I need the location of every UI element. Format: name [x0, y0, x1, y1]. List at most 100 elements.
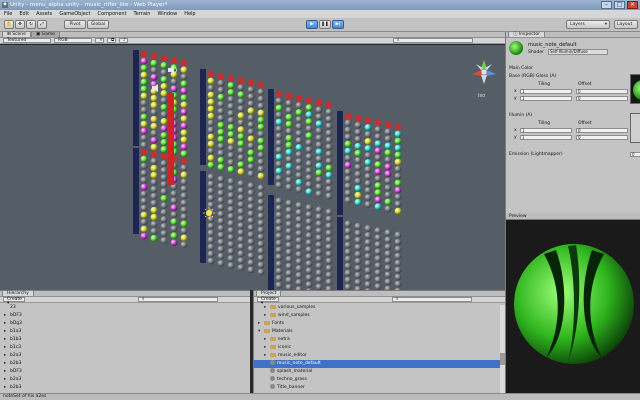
note-sphere[interactable]: [315, 255, 323, 263]
note-sphere[interactable]: [160, 153, 168, 160]
note-sphere[interactable]: [227, 262, 235, 269]
note-sphere[interactable]: [217, 231, 225, 239]
note-sphere[interactable]: [160, 90, 168, 97]
note-sphere[interactable]: [227, 220, 235, 227]
note-sphere[interactable]: [257, 81, 265, 89]
note-sphere[interactable]: [227, 199, 235, 206]
note-sphere[interactable]: [257, 254, 265, 262]
note-sphere[interactable]: [384, 264, 392, 272]
note-sphere[interactable]: [227, 103, 235, 110]
note-sphere[interactable]: [364, 267, 372, 274]
note-sphere[interactable]: [344, 154, 352, 162]
note-sphere[interactable]: [275, 160, 283, 168]
note-sphere[interactable]: [237, 250, 245, 257]
note-sphere[interactable]: [315, 99, 323, 107]
note-sphere[interactable]: [170, 232, 178, 240]
note-sphere[interactable]: [344, 112, 352, 120]
note-sphere[interactable]: [140, 92, 148, 100]
note-sphere[interactable]: [374, 283, 382, 290]
hierarchy-item[interactable]: ▸ bDF3: [0, 368, 250, 376]
note-sphere[interactable]: [170, 204, 178, 212]
note-sphere[interactable]: [344, 147, 352, 155]
global-toggle[interactable]: Global: [87, 20, 109, 29]
note-sphere[interactable]: [160, 188, 168, 195]
note-sphere[interactable]: [394, 130, 402, 138]
note-sphere[interactable]: [285, 234, 293, 242]
note-sphere[interactable]: [305, 111, 313, 118]
note-sphere[interactable]: [275, 232, 283, 240]
note-sphere[interactable]: [394, 273, 402, 281]
material-preview-sphere[interactable]: [506, 220, 640, 393]
note-sphere[interactable]: [207, 173, 215, 181]
note-sphere[interactable]: [140, 99, 148, 107]
note-sphere[interactable]: [160, 237, 168, 244]
note-sphere[interactable]: [305, 118, 313, 125]
menu-terrain[interactable]: Terrain: [134, 11, 151, 17]
note-sphere[interactable]: [140, 176, 148, 184]
note-sphere[interactable]: [150, 206, 158, 214]
note-sphere[interactable]: [285, 183, 293, 191]
note-sphere[interactable]: [315, 213, 323, 221]
menu-gameobject[interactable]: GameObject: [59, 11, 90, 17]
note-sphere[interactable]: [325, 271, 333, 279]
note-sphere[interactable]: [374, 126, 382, 133]
note-sphere[interactable]: [315, 127, 323, 135]
note-sphere[interactable]: [160, 174, 168, 181]
note-sphere[interactable]: [384, 184, 392, 192]
note-sphere[interactable]: [295, 186, 303, 193]
note-sphere[interactable]: [160, 125, 168, 132]
note-sphere[interactable]: [325, 150, 333, 158]
project-item[interactable]: Title_banner: [254, 384, 505, 392]
note-sphere[interactable]: [160, 111, 168, 118]
note-sphere[interactable]: [227, 178, 235, 185]
note-sphere[interactable]: [160, 209, 168, 216]
note-sphere[interactable]: [217, 182, 225, 190]
note-sphere[interactable]: [384, 142, 392, 150]
note-sphere[interactable]: [180, 94, 188, 102]
note-sphere[interactable]: [257, 158, 265, 166]
note-sphere[interactable]: [140, 113, 148, 121]
note-sphere[interactable]: [325, 278, 333, 286]
note-sphere[interactable]: [364, 180, 372, 187]
note-sphere[interactable]: [275, 104, 283, 112]
note-sphere[interactable]: [285, 113, 293, 121]
note-sphere[interactable]: [275, 197, 283, 205]
note-sphere[interactable]: [295, 237, 303, 244]
note-sphere[interactable]: [364, 274, 372, 281]
note-sphere[interactable]: [374, 262, 382, 269]
note-sphere[interactable]: [237, 168, 245, 175]
note-sphere[interactable]: [217, 238, 225, 246]
note-sphere[interactable]: [275, 281, 283, 289]
note-sphere[interactable]: [150, 101, 158, 109]
note-sphere[interactable]: [257, 261, 265, 269]
note-sphere[interactable]: [150, 122, 158, 130]
note-sphere[interactable]: [217, 86, 225, 94]
note-sphere[interactable]: [285, 255, 293, 263]
note-sphere[interactable]: [364, 173, 372, 180]
note-sphere[interactable]: [384, 191, 392, 199]
project-item[interactable]: ▸ music_editor: [254, 352, 505, 360]
fx-toggle[interactable]: ⧉: [107, 38, 116, 43]
note-sphere[interactable]: [354, 222, 362, 230]
note-sphere[interactable]: [285, 169, 293, 177]
note-sphere[interactable]: [384, 156, 392, 164]
note-sphere[interactable]: [227, 145, 235, 152]
note-sphere[interactable]: [180, 206, 188, 214]
note-sphere[interactable]: [364, 145, 372, 152]
note-sphere[interactable]: [257, 144, 265, 152]
note-sphere[interactable]: [374, 276, 382, 283]
note-sphere[interactable]: [150, 199, 158, 207]
play-button[interactable]: ▶: [306, 20, 318, 29]
note-sphere[interactable]: [315, 176, 323, 184]
emission-field[interactable]: 0: [630, 152, 640, 157]
note-sphere[interactable]: [227, 159, 235, 166]
note-sphere[interactable]: [140, 197, 148, 205]
note-sphere[interactable]: [217, 245, 225, 253]
note-sphere[interactable]: [140, 204, 148, 212]
note-sphere[interactable]: [257, 116, 265, 124]
note-sphere[interactable]: [295, 102, 303, 109]
note-sphere[interactable]: [170, 218, 178, 226]
note-sphere[interactable]: [140, 155, 148, 163]
note-sphere[interactable]: [325, 129, 333, 137]
note-sphere[interactable]: [285, 99, 293, 107]
